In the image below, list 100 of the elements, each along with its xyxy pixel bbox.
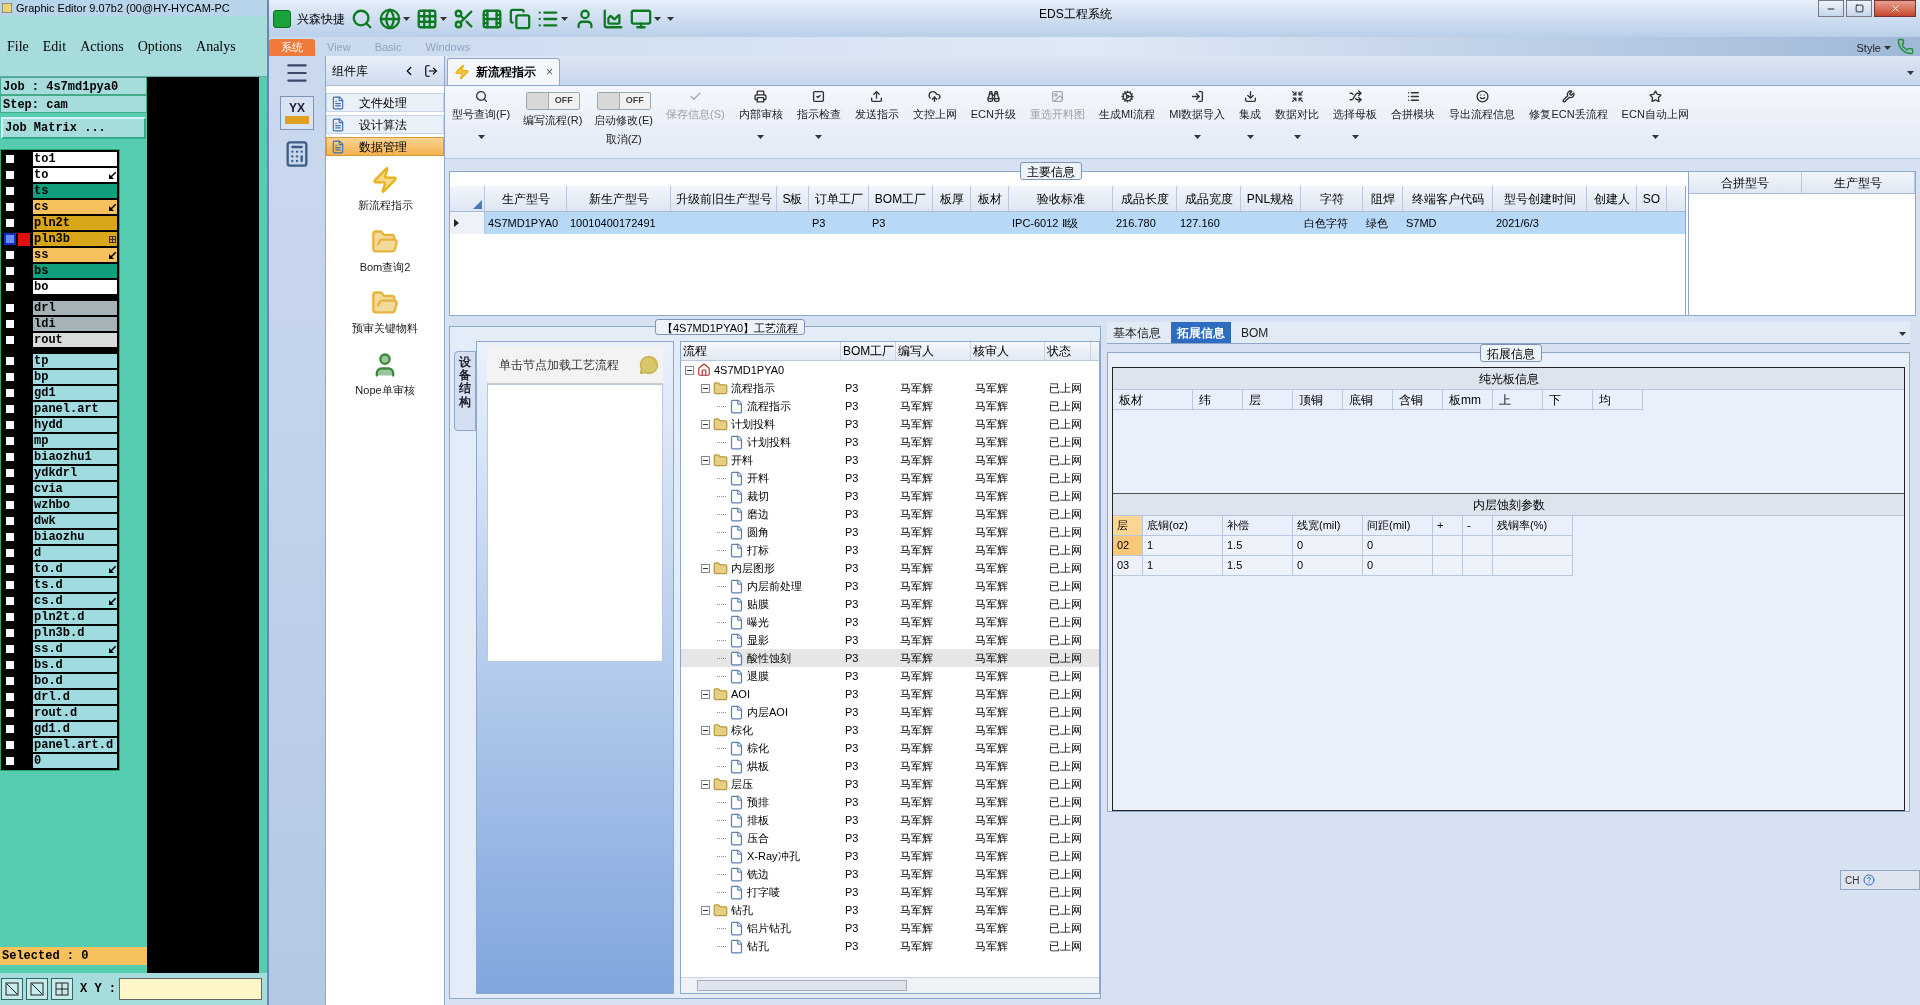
job-matrix-button[interactable]: Job Matrix ...: [1, 117, 146, 139]
layer-name[interactable]: bp: [33, 370, 117, 384]
layer-checkbox[interactable]: [4, 563, 16, 575]
tree-row[interactable]: 排板 P3 马军辉 马军辉 已上网: [681, 811, 1099, 829]
column-header[interactable]: SO: [1637, 186, 1667, 211]
column-header[interactable]: 成品宽度: [1177, 186, 1241, 211]
column-header[interactable]: 创建人: [1587, 186, 1637, 211]
layer-name[interactable]: ts: [33, 184, 117, 198]
layer-name[interactable]: pln2t: [33, 216, 117, 230]
tree-row[interactable]: 钻孔 P3 马军辉 马军辉 已上网: [681, 937, 1099, 955]
toolbar-button[interactable]: 内部审核: [737, 90, 784, 123]
layer-checkbox[interactable]: [4, 265, 16, 277]
tree-row[interactable]: 酸性蚀刻 P3 马军辉 马军辉 已上网: [681, 649, 1099, 667]
area-chart-icon[interactable]: [602, 7, 624, 30]
tree-row[interactable]: 计划投料 P3 马军辉 马军辉 已上网: [681, 433, 1099, 451]
toolbar-button[interactable]: MI数据导入: [1168, 90, 1227, 123]
toolbar-button[interactable]: 指示检查: [795, 90, 842, 123]
layer-checkbox[interactable]: [4, 185, 16, 197]
tree-row[interactable]: 裁切 P3 马军辉 马军辉 已上网: [681, 487, 1099, 505]
tree-row[interactable]: 退膜 P3 马军辉 马军辉 已上网: [681, 667, 1099, 685]
layer-name[interactable]: biaozhu: [33, 530, 117, 544]
layer-name[interactable]: biaozhu1: [33, 450, 117, 464]
column-header[interactable]: 流程: [681, 342, 841, 360]
component-item[interactable]: 文件处理: [326, 93, 444, 112]
tree-row[interactable]: 内层图形 P3 马军辉 马军辉 已上网: [681, 559, 1099, 577]
column-header[interactable]: 补偿: [1223, 516, 1293, 536]
layer-checkbox[interactable]: [4, 451, 16, 463]
toolbar-button[interactable]: 型号查询(F): [451, 90, 512, 123]
tool-label[interactable]: 预审关键物料: [352, 320, 418, 337]
tree-row[interactable]: 圆角 P3 马军辉 马军辉 已上网: [681, 523, 1099, 541]
close-button[interactable]: [1874, 0, 1916, 17]
tree-row[interactable]: 内层AOI P3 马军辉 马军辉 已上网: [681, 703, 1099, 721]
column-header[interactable]: 板材: [1113, 390, 1193, 410]
column-header[interactable]: 间距(mil): [1363, 516, 1433, 536]
layer-checkbox[interactable]: [4, 755, 16, 767]
expander-icon[interactable]: [701, 563, 710, 573]
toolbar-button[interactable]: 合拼模块: [1390, 90, 1437, 123]
layer-name[interactable]: gd1: [33, 386, 117, 400]
layer-name[interactable]: cvia: [33, 482, 117, 496]
layer-checkbox[interactable]: [4, 611, 16, 623]
row-header[interactable]: 02: [1113, 536, 1143, 556]
layer-name[interactable]: hydd: [33, 418, 117, 432]
horizontal-scrollbar[interactable]: [681, 977, 1099, 993]
layer-checkbox[interactable]: [4, 153, 16, 165]
menu-item[interactable]: Actions: [80, 35, 124, 57]
column-header[interactable]: 生产型号: [485, 186, 567, 211]
search-icon[interactable]: [351, 7, 373, 30]
layer-name[interactable]: to1: [33, 152, 117, 166]
tool-label[interactable]: 新流程指示: [357, 197, 413, 214]
layer-name[interactable]: to.d: [33, 562, 117, 576]
yx-logo[interactable]: YX: [280, 96, 314, 130]
layer-name[interactable]: bs.d: [33, 658, 117, 672]
layer-checkbox[interactable]: [4, 419, 16, 431]
layer-checkbox[interactable]: [4, 233, 16, 245]
column-header[interactable]: 板材: [971, 186, 1009, 211]
column-header[interactable]: 编写人: [896, 342, 971, 360]
maximize-button[interactable]: [1846, 0, 1872, 17]
column-header[interactable]: 核审人: [971, 342, 1045, 360]
column-header[interactable]: BOM工厂: [841, 342, 896, 360]
layer-checkbox[interactable]: [4, 169, 16, 181]
layer-name[interactable]: tp: [33, 354, 117, 368]
toolbar-button[interactable]: 发送指示: [853, 90, 900, 123]
layer-checkbox[interactable]: [4, 318, 16, 330]
column-header[interactable]: 新生产型号: [567, 186, 671, 211]
layer-name[interactable]: cs.d: [33, 594, 117, 608]
toolbar-button[interactable]: 修复ECN丢流程: [1528, 90, 1609, 123]
tree-row[interactable]: AOI P3 马军辉 马军辉 已上网: [681, 685, 1099, 703]
grid-icon[interactable]: [416, 7, 438, 30]
layer-name[interactable]: pln3b.d: [33, 626, 117, 640]
tree-row[interactable]: 棕化 P3 马军辉 马军辉 已上网: [681, 721, 1099, 739]
layer-name[interactable]: rout.d: [33, 706, 117, 720]
layer-checkbox[interactable]: [4, 675, 16, 687]
layer-checkbox[interactable]: [4, 467, 16, 479]
tree-row[interactable]: 开料 P3 马军辉 马军辉 已上网: [681, 469, 1099, 487]
layer-name[interactable]: bo.d: [33, 674, 117, 688]
layer-checkbox[interactable]: [4, 483, 16, 495]
layer-checkbox[interactable]: [4, 302, 16, 314]
layer-name[interactable]: panel.art.d: [33, 738, 117, 752]
film-icon[interactable]: [481, 7, 503, 30]
layer-name[interactable]: drl: [33, 301, 117, 315]
layer-checkbox[interactable]: [4, 707, 16, 719]
tree-row[interactable]: 层压 P3 马军辉 马军辉 已上网: [681, 775, 1099, 793]
component-item[interactable]: 数据管理: [326, 137, 444, 156]
toggle-switch[interactable]: OFF: [525, 92, 580, 110]
layer-checkbox[interactable]: [4, 435, 16, 447]
layer-checkbox[interactable]: [4, 547, 16, 559]
editor-tool-icon[interactable]: [26, 978, 48, 1000]
layer-checkbox[interactable]: [4, 739, 16, 751]
layer-checkbox[interactable]: [4, 281, 16, 293]
column-header[interactable]: 合拼型号: [1689, 172, 1802, 193]
tab[interactable]: BOM: [1235, 322, 1275, 343]
column-header[interactable]: 升级前旧生产型号: [671, 186, 777, 211]
column-header[interactable]: 成品长度: [1113, 186, 1177, 211]
tree-row[interactable]: 开料 P3 马军辉 马军辉 已上网: [681, 451, 1099, 469]
tree-row[interactable]: 内层前处理 P3 马军辉 马军辉 已上网: [681, 577, 1099, 595]
globe-icon[interactable]: [379, 7, 401, 30]
layer-checkbox[interactable]: [4, 723, 16, 735]
toolbar-button[interactable]: ECN自动上网: [1620, 90, 1690, 123]
column-header[interactable]: 层: [1113, 516, 1143, 536]
column-header[interactable]: 板厚: [933, 186, 971, 211]
